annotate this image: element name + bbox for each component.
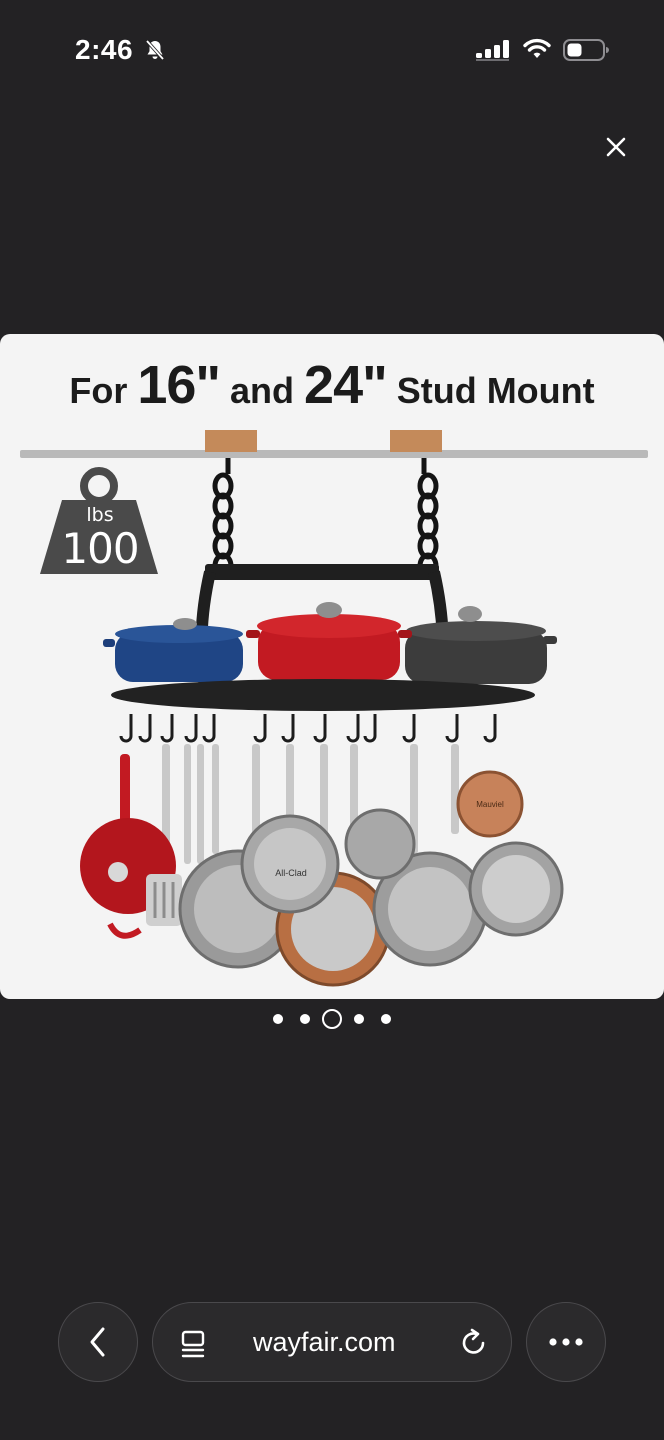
pot-blue xyxy=(103,618,243,682)
chevron-left-icon xyxy=(90,1327,105,1357)
pot-red xyxy=(246,602,412,680)
pager-dot-3-active[interactable] xyxy=(322,1009,342,1029)
brand-mark-allclad: All-Clad xyxy=(275,868,307,878)
address-bar[interactable]: wayfair.com xyxy=(152,1302,512,1382)
weight-unit-label: lbs xyxy=(86,504,114,526)
reload-icon[interactable] xyxy=(459,1328,489,1358)
more-button[interactable] xyxy=(526,1302,606,1382)
weight-value-label: 100 xyxy=(61,524,139,573)
product-image[interactable]: For 16" and 24" Stud Mount lbs 100 All-C… xyxy=(0,334,664,999)
reader-icon[interactable] xyxy=(179,1329,209,1359)
pager-dot-5[interactable] xyxy=(381,1014,391,1024)
back-button[interactable] xyxy=(58,1302,138,1382)
bell-slash-icon xyxy=(145,39,165,61)
battery-icon xyxy=(563,39,609,61)
pot-rack-illustration xyxy=(20,430,648,987)
wifi-icon xyxy=(523,38,551,58)
rack-oval xyxy=(111,679,535,711)
pager-dot-2[interactable] xyxy=(300,1014,310,1024)
stud-block-right xyxy=(390,430,442,452)
hooks xyxy=(119,714,497,743)
chain-right xyxy=(417,458,439,580)
image-pager xyxy=(0,1008,664,1030)
signal-icon xyxy=(476,40,509,61)
pot-grey xyxy=(405,606,557,684)
pager-dot-1[interactable] xyxy=(273,1014,283,1024)
spatula xyxy=(146,874,182,926)
status-time: 2:46 xyxy=(75,34,134,65)
chain-left xyxy=(212,458,234,580)
close-button[interactable] xyxy=(600,131,632,163)
ceiling-board xyxy=(20,450,648,458)
brand-mark-mauviel: Mauviel xyxy=(476,800,504,809)
more-dots-icon xyxy=(549,1338,583,1346)
url-text: wayfair.com xyxy=(253,1327,396,1357)
pager-dot-4[interactable] xyxy=(354,1014,364,1024)
image-viewer-screen: 2:46 For 16" and 24" Stud Mount lbs 100 … xyxy=(0,0,664,1440)
close-icon xyxy=(606,137,626,157)
stud-block-left xyxy=(205,430,257,452)
